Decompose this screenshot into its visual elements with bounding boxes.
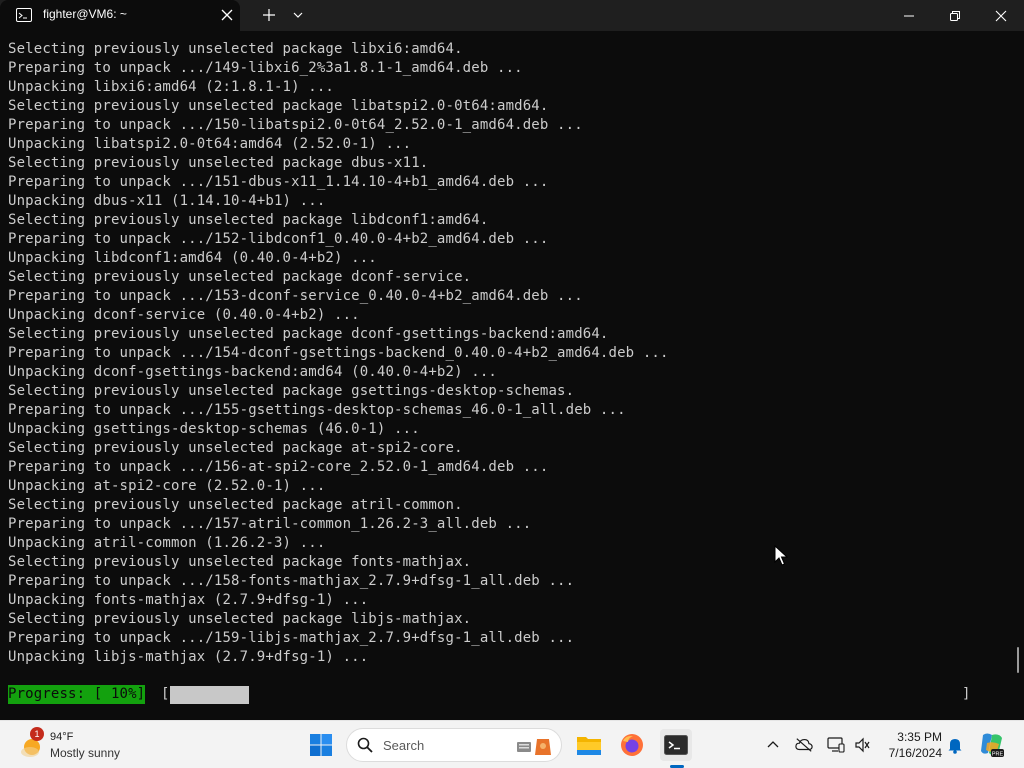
firefox-icon [621,734,643,756]
progress-bar-fill [170,686,249,704]
clock[interactable]: 3:35 PM 7/16/2024 [872,729,942,761]
new-tab-plus-icon[interactable] [262,8,276,22]
terminal-line: Preparing to unpack .../159-libjs-mathja… [8,630,575,646]
file-explorer-button[interactable] [573,729,605,761]
tab-dropdown-chevron-icon[interactable] [292,9,304,21]
terminal-line: Selecting previously unselected package … [8,497,463,513]
terminal-line: Unpacking at-spi2-core (2.52.0-1) ... [8,478,326,494]
terminal-line: Preparing to unpack .../151-dbus-x11_1.1… [8,174,549,190]
search-highlight-icon [517,739,551,755]
close-window-button[interactable] [978,0,1024,31]
tab-close-icon[interactable] [220,8,234,22]
terminal-line: Unpacking fonts-mathjax (2.7.9+dfsg-1) .… [8,592,369,608]
mouse-pointer-icon [774,545,788,566]
firefox-button[interactable] [616,729,648,761]
svg-text:PRE: PRE [992,752,1004,758]
progress-bracket-close: ] [962,686,971,702]
display-icon [827,737,845,753]
file-explorer-icon [577,737,601,755]
notifications-button[interactable] [946,736,964,754]
terminal-line: Preparing to unpack .../154-dconf-gsetti… [8,345,669,361]
close-icon [995,10,1007,21]
clock-time: 3:35 PM [897,730,942,744]
windows-start-icon [310,734,332,756]
weather-description: Mostly sunny [50,746,121,760]
terminal-lines: Selecting previously unselected package … [8,40,669,667]
show-hidden-icons-button[interactable] [764,736,782,754]
weather-temperature: 94°F [50,731,74,743]
terminal-line: Unpacking libxi6:amd64 (2:1.8.1-1) ... [8,79,334,95]
restore-icon [950,10,960,21]
progress-row: Progress: [ 10%] [ ] [8,685,1008,704]
terminal-line: Selecting previously unselected package … [8,155,429,171]
terminal-line: Selecting previously unselected package … [8,611,472,627]
terminal-output-area[interactable]: Selecting previously unselected package … [0,31,1024,720]
terminal-line: Selecting previously unselected package … [8,212,489,228]
chevron-up-icon [767,741,779,748]
terminal-line: Unpacking libdconf1:amd64 (0.40.0-4+b2) … [8,250,377,266]
minimize-button[interactable] [886,0,932,31]
weather-widget[interactable]: 1 94°F Mostly sunny [18,727,148,763]
sound-icon [855,737,870,753]
weather-badge: 1 [30,727,44,741]
terminal-line: Unpacking libjs-mathjax (2.7.9+dfsg-1) .… [8,649,369,665]
terminal-line: Preparing to unpack .../157-atril-common… [8,516,532,532]
sound-tray-button[interactable] [853,736,871,754]
display-tray-button[interactable] [827,736,845,754]
terminal-line: Unpacking gsettings-desktop-schemas (46.… [8,421,420,437]
search-icon [357,737,373,753]
restore-button[interactable] [932,0,978,31]
clock-date: 7/16/2024 [888,746,942,760]
terminal-line: Selecting previously unselected package … [8,326,609,342]
terminal-line: Unpacking dconf-service (0.40.0-4+b2) ..… [8,307,360,323]
taskbar: 1 94°F Mostly sunny Search 3:35 PM 7/16/… [0,720,1024,768]
terminal-line: Selecting previously unselected package … [8,98,549,114]
terminal-line: Selecting previously unselected package … [8,41,463,57]
terminal-line: Preparing to unpack .../149-libxi6_2%3a1… [8,60,523,76]
minimize-icon [904,15,914,16]
tab-title: fighter@VM6: ~ [43,7,127,21]
terminal-line: Selecting previously unselected package … [8,383,575,399]
terminal-line: Selecting previously unselected package … [8,554,472,570]
terminal-line: Unpacking libatspi2.0-0t64:amd64 (2.52.0… [8,136,412,152]
terminal-line: Unpacking dbus-x11 (1.14.10-4+b1) ... [8,193,326,209]
search-placeholder: Search [383,738,425,753]
terminal-line: Preparing to unpack .../150-libatspi2.0-… [8,117,583,133]
onedrive-tray-button[interactable] [795,736,813,754]
terminal-icon [664,735,688,755]
terminal-tab-icon [16,8,32,22]
copilot-icon[interactable]: PRE [979,731,1005,759]
taskbar-search-box[interactable]: Search [346,728,562,762]
terminal-line: Preparing to unpack .../152-libdconf1_0.… [8,231,549,247]
progress-bracket-open: [ [161,686,170,702]
terminal-line: Preparing to unpack .../156-at-spi2-core… [8,459,549,475]
progress-label: Progress: [ 10%] [8,685,146,704]
notification-bell-icon [948,738,962,754]
terminal-line: Preparing to unpack .../158-fonts-mathja… [8,573,575,589]
terminal-line: Selecting previously unselected package … [8,440,463,456]
terminal-line: Unpacking dconf-gsettings-backend:amd64 … [8,364,497,380]
start-button[interactable] [305,729,337,761]
title-bar: fighter@VM6: ~ [0,0,1024,31]
scrollbar-thumb[interactable] [1017,647,1019,673]
terminal-line: Preparing to unpack .../155-gsettings-de… [8,402,626,418]
terminal-line: Selecting previously unselected package … [8,269,472,285]
terminal-line: Preparing to unpack .../153-dconf-servic… [8,288,583,304]
terminal-taskbar-button[interactable] [660,729,692,761]
terminal-tab[interactable]: fighter@VM6: ~ [0,0,240,31]
onedrive-offline-icon [795,738,813,752]
terminal-line: Unpacking atril-common (1.26.2-3) ... [8,535,326,551]
